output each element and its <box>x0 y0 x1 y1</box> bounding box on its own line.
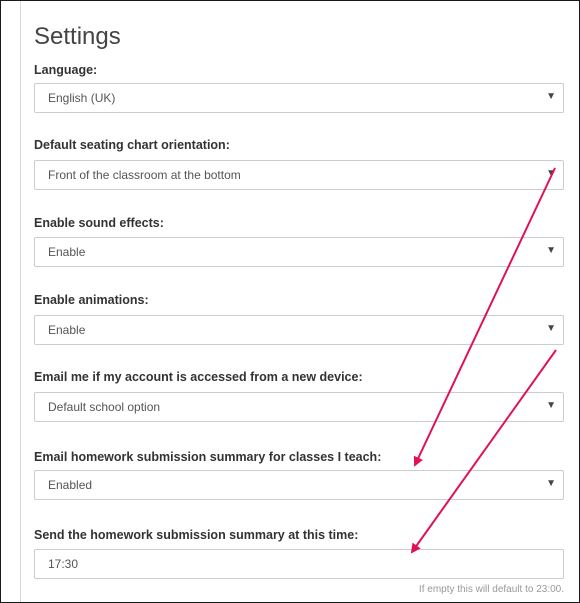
orientation-label: Default seating chart orientation: <box>34 138 230 152</box>
homework-summary-select-value: Enabled <box>48 478 93 492</box>
animations-select-value: Enable <box>48 323 86 337</box>
homework-summary-label: Email homework submission summary for cl… <box>34 450 382 464</box>
sound-effects-select-value: Enable <box>48 245 86 259</box>
triangle-down-icon: ▼ <box>546 400 556 411</box>
triangle-down-icon: ▼ <box>546 323 556 334</box>
language-select-value: English (UK) <box>48 91 116 105</box>
summary-time-input[interactable] <box>34 549 564 579</box>
divider <box>20 1 21 602</box>
new-device-label: Email me if my account is accessed from … <box>34 370 363 384</box>
sound-effects-label: Enable sound effects: <box>34 216 164 230</box>
triangle-down-icon: ▼ <box>546 478 556 489</box>
triangle-down-icon: ▼ <box>546 91 556 102</box>
summary-time-hint: If empty this will default to 23:00. <box>418 584 564 595</box>
animations-select[interactable]: Enable ▼ <box>34 315 564 345</box>
sound-effects-select[interactable]: Enable ▼ <box>34 237 564 267</box>
page-title: Settings <box>34 23 121 50</box>
triangle-down-icon: ▼ <box>546 245 556 256</box>
orientation-select[interactable]: Front of the classroom at the bottom ▼ <box>34 160 564 190</box>
animations-label: Enable animations: <box>34 293 149 307</box>
new-device-select[interactable]: Default school option ▼ <box>34 392 564 422</box>
orientation-select-value: Front of the classroom at the bottom <box>48 168 241 182</box>
homework-summary-select[interactable]: Enabled ▼ <box>34 470 564 500</box>
triangle-down-icon: ▼ <box>546 168 556 179</box>
new-device-select-value: Default school option <box>48 400 161 414</box>
language-select[interactable]: English (UK) ▼ <box>34 83 564 113</box>
language-label: Language: <box>34 63 98 77</box>
summary-time-label: Send the homework submission summary at … <box>34 528 359 542</box>
